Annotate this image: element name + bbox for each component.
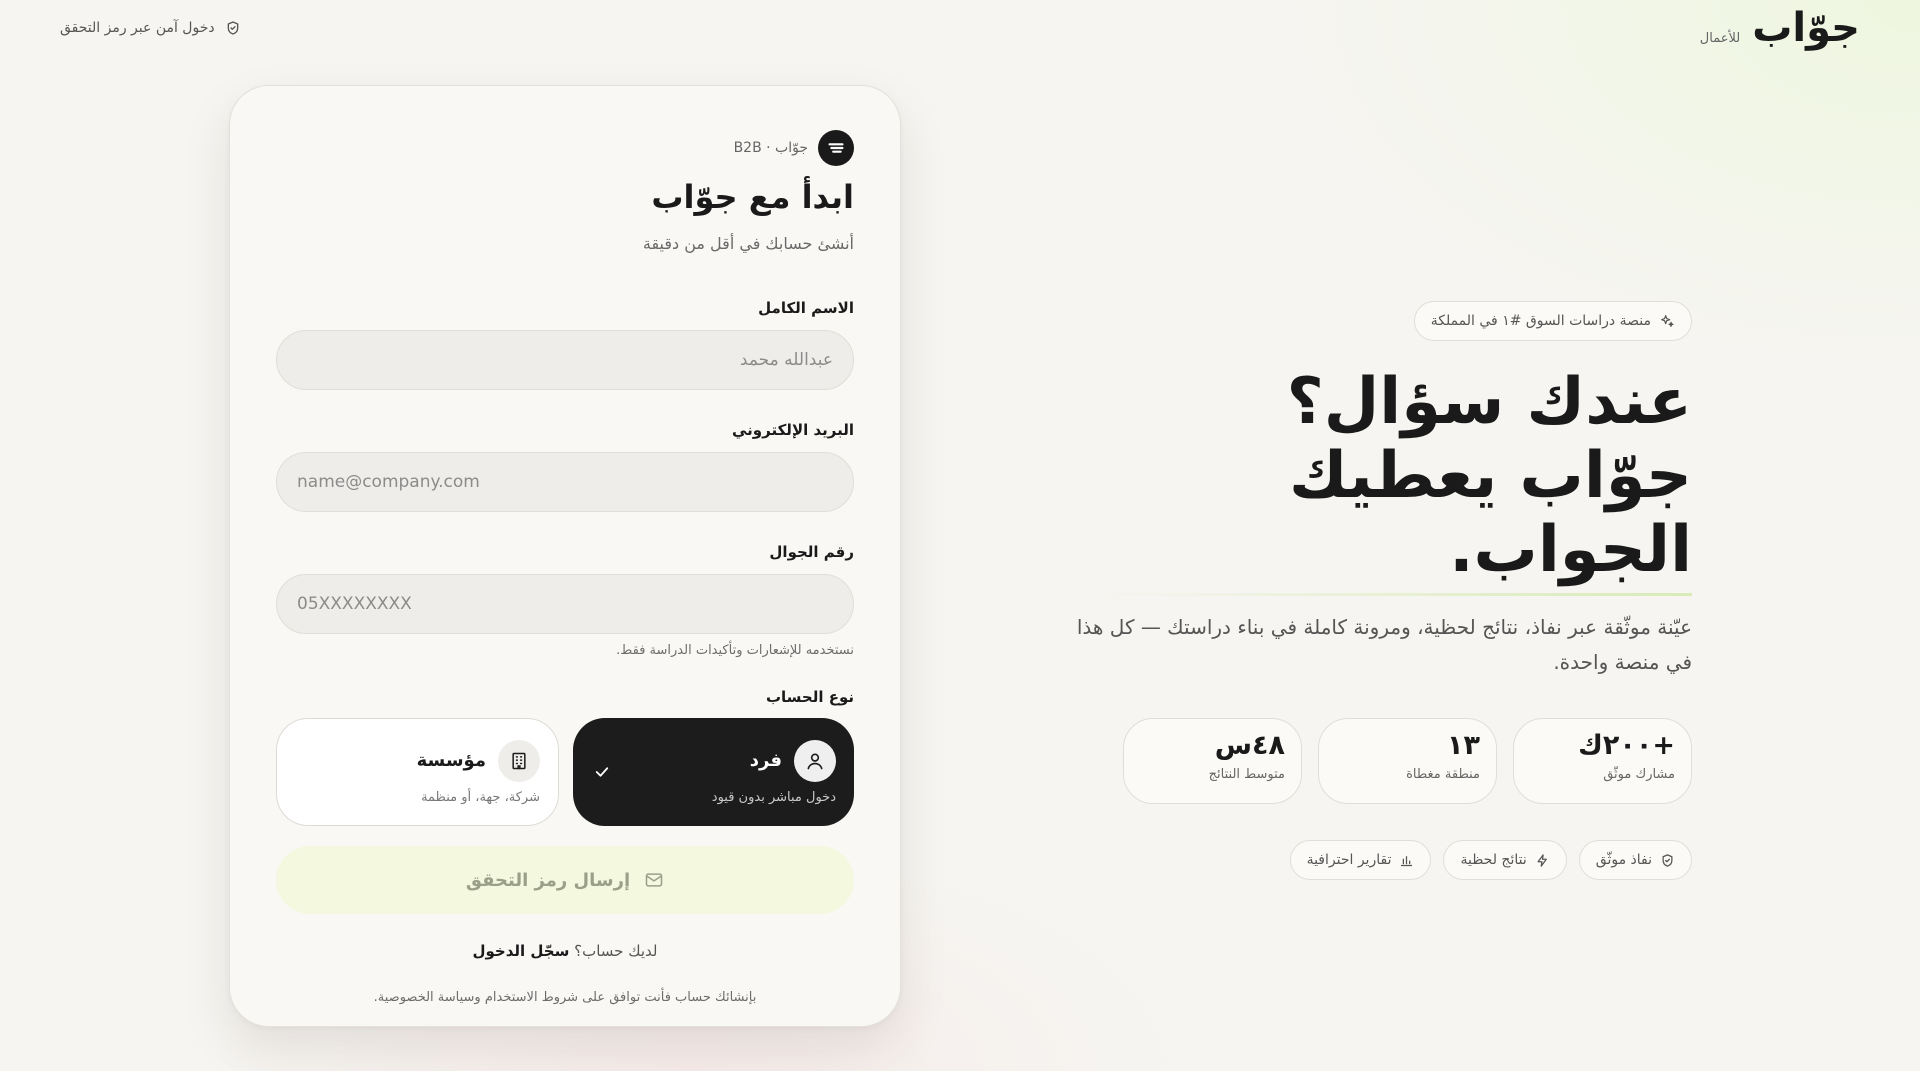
stat-regions-label: منطقة مغطاة bbox=[1406, 767, 1480, 782]
acct-organization-icon-wrap bbox=[498, 739, 540, 782]
send-code-button[interactable]: إرسال رمز التحقق bbox=[276, 846, 854, 914]
account-type-individual[interactable]: فرد دخول مباشر بدون قيود bbox=[573, 718, 854, 826]
account-type-organization[interactable]: مؤسسة شركة، جهة، أو منظمة bbox=[276, 718, 559, 826]
secure-login-text: دخول آمن عبر رمز التحقق bbox=[60, 20, 215, 36]
email-label: البريد الإلكتروني bbox=[732, 421, 854, 439]
stat-results-time-value: ٤٨س bbox=[1214, 730, 1285, 761]
hero-description: عيّنة موثّقة عبر نفاذ، نتائج لحظية، ومرو… bbox=[1076, 615, 1692, 674]
stat-regions-value: ١٣ bbox=[1447, 730, 1480, 761]
check-icon bbox=[595, 767, 609, 777]
lightning-icon bbox=[1537, 853, 1547, 867]
stats-row: +٢٠٠ك مشارك موثّق ١٣ منطقة مغطاة ٤٨س متو… bbox=[1052, 718, 1692, 804]
name-group: الاسم الكامل bbox=[276, 299, 854, 390]
acct-organization-title: مؤسسة bbox=[416, 750, 486, 771]
name-label: الاسم الكامل bbox=[758, 299, 854, 317]
brand-subtitle: للأعمال bbox=[1699, 31, 1741, 46]
acct-individual-title: فرد bbox=[749, 750, 782, 771]
building-icon bbox=[512, 752, 526, 769]
email-field bbox=[276, 452, 854, 512]
login-line: لديك حساب؟ سجّل الدخول bbox=[276, 942, 854, 960]
card-tag: جوّاب · B2B bbox=[733, 140, 808, 156]
email-group: البريد الإلكتروني bbox=[276, 421, 854, 512]
brand-logo: جوّاب bbox=[1752, 5, 1861, 51]
chip-reports-label: تقارير احترافية bbox=[1306, 852, 1392, 868]
menu-lines-icon bbox=[828, 143, 844, 153]
sparkle-icon bbox=[1661, 315, 1674, 327]
phone-hint: نستخدمه للإشعارات وتأكيدات الدراسة فقط. bbox=[616, 643, 854, 658]
headline-line-1: عندك سؤال؟ bbox=[1286, 365, 1693, 439]
card-logo bbox=[818, 130, 854, 166]
chip-verified-label: نفاذ موثّق bbox=[1595, 852, 1652, 868]
email-input[interactable] bbox=[297, 472, 833, 492]
chip-verified: نفاذ موثّق bbox=[1578, 840, 1692, 880]
shield-icon bbox=[1662, 853, 1673, 867]
account-type-label: نوع الحساب bbox=[765, 688, 854, 706]
phone-label: رقم الجوال bbox=[769, 543, 854, 561]
chip-realtime: نتائج لحظية bbox=[1443, 840, 1567, 880]
phone-field bbox=[276, 574, 854, 634]
bar-chart-icon bbox=[1401, 855, 1413, 866]
name-input[interactable] bbox=[297, 350, 833, 370]
secure-login-note: دخول آمن عبر رمز التحقق bbox=[60, 20, 241, 36]
headline-underline bbox=[1097, 593, 1692, 596]
have-account-text: لديك حساب؟ bbox=[574, 942, 658, 960]
hero-badge-text: منصة دراسات السوق #١ في المملكة bbox=[1430, 313, 1651, 329]
send-code-label: إرسال رمز التحقق bbox=[465, 869, 631, 891]
stat-regions: ١٣ منطقة مغطاة bbox=[1318, 718, 1497, 804]
stat-participants: +٢٠٠ك مشارك موثّق bbox=[1513, 718, 1692, 804]
brand[interactable]: جوّاب للأعمال bbox=[1699, 5, 1861, 51]
signup-card: جوّاب · B2B ابدأ مع جوّاب أنشئ حسابك في … bbox=[229, 85, 901, 1027]
name-field bbox=[276, 330, 854, 390]
chip-reports: تقارير احترافية bbox=[1289, 840, 1432, 880]
acct-organization-desc: شركة، جهة، أو منظمة bbox=[421, 789, 540, 805]
user-icon bbox=[807, 753, 823, 769]
feature-chips: نفاذ موثّق نتائج لحظية تقارير احترافية bbox=[1052, 840, 1692, 880]
stat-participants-label: مشارك موثّق bbox=[1603, 767, 1675, 782]
chip-realtime-label: نتائج لحظية bbox=[1460, 852, 1527, 868]
account-type-group: نوع الحساب فرد دخول مباشر بدون قيود مؤسس… bbox=[276, 688, 854, 826]
stat-results-time: ٤٨س متوسط النتائج bbox=[1123, 718, 1302, 804]
card-header: جوّاب · B2B bbox=[276, 130, 854, 166]
card-title: ابدأ مع جوّاب bbox=[651, 178, 854, 216]
card-subtitle: أنشئ حسابك في أقل من دقيقة bbox=[642, 234, 854, 253]
phone-input[interactable] bbox=[297, 594, 833, 614]
hero-badge: منصة دراسات السوق #١ في المملكة bbox=[1413, 301, 1692, 341]
login-link[interactable]: سجّل الدخول bbox=[473, 942, 570, 960]
mail-icon bbox=[645, 873, 663, 887]
hero: منصة دراسات السوق #١ في المملكة عندك سؤا… bbox=[1052, 301, 1693, 880]
shield-check-icon bbox=[227, 21, 238, 35]
acct-individual-icon-wrap bbox=[794, 739, 836, 782]
phone-group: رقم الجوال نستخدمه للإشعارات وتأكيدات ال… bbox=[276, 543, 854, 658]
hero-headline: عندك سؤال؟ جوّاب يعطيك الجواب. bbox=[1052, 365, 1693, 587]
acct-individual-desc: دخول مباشر بدون قيود bbox=[711, 789, 836, 805]
headline-line-2: جوّاب يعطيك الجواب. bbox=[1289, 439, 1693, 587]
stat-participants-value: +٢٠٠ك bbox=[1578, 730, 1675, 761]
terms-text: بإنشائك حساب فأنت توافق على شروط الاستخد… bbox=[373, 990, 757, 1005]
stat-results-time-label: متوسط النتائج bbox=[1208, 767, 1285, 782]
